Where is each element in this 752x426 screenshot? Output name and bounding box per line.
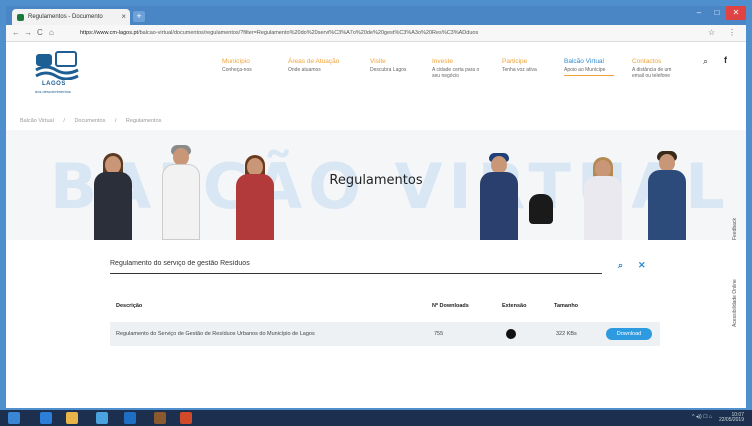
accessibility-tab[interactable]: Acessibilidade Online: [732, 268, 746, 338]
download-button[interactable]: Download: [606, 328, 652, 340]
regulation-search-input[interactable]: [110, 260, 590, 267]
breadcrumb-regulamentos: Regulamentos: [125, 118, 162, 124]
nav-title: Contactos: [632, 58, 662, 65]
minimize-button[interactable]: –: [690, 6, 708, 20]
nav-title: Áreas de Atuação: [288, 58, 340, 65]
back-icon[interactable]: ←: [12, 28, 20, 37]
breadcrumb-documentos[interactable]: Documentos: [74, 118, 105, 124]
nav-title: Participe: [502, 58, 528, 65]
clock-date: 22/05/2019: [718, 417, 744, 423]
breadcrumb: Balcão Virtual / Documentos / Regulament…: [20, 118, 169, 124]
chrome-icon[interactable]: [96, 412, 108, 424]
breadcrumb-balcao[interactable]: Balcão Virtual: [20, 118, 54, 124]
nav-title: Balcão Virtual: [564, 58, 604, 65]
banner-person-image: [234, 155, 276, 240]
outlook-icon[interactable]: [124, 412, 136, 424]
breadcrumb-separator: /: [63, 118, 65, 124]
table-header: Descrição Nº Downloads Extensão Tamanho: [110, 298, 660, 314]
browser-tab[interactable]: Regulamentos - Documento ×: [12, 9, 130, 25]
cell-size: 322 KBs: [556, 331, 577, 337]
new-tab-button[interactable]: +: [133, 11, 145, 22]
feedback-label: Feedback: [732, 218, 738, 240]
banner-person-image: [92, 153, 134, 240]
windows-taskbar: ^ ◂)) ☐ ⌂ 10:07 22/05/2019: [0, 410, 752, 426]
nav-subtitle: Apoio ao Munícipe: [564, 67, 606, 73]
search-field-wrapper: [110, 254, 602, 274]
logo-subtext: dos descobrimentos: [35, 89, 71, 94]
url-path: /balcao-virtual/documentos/regulamentos/…: [138, 30, 479, 36]
close-window-button[interactable]: ✕: [726, 6, 746, 20]
nav-subtitle: Tenha voz ativa: [502, 67, 537, 73]
reload-icon[interactable]: C: [37, 28, 43, 37]
banner-dog-image: [529, 194, 553, 224]
clear-search-icon[interactable]: ✕: [638, 260, 646, 271]
header-downloads: Nº Downloads: [432, 303, 469, 309]
desktop-frame: Regulamentos - Documento × + – □ ✕ ← → C…: [0, 0, 752, 426]
nav-subtitle: A distância de um email ou telefone: [632, 67, 672, 79]
banner-person-image: [160, 145, 202, 240]
powerpoint-icon[interactable]: [180, 412, 192, 424]
nav-item-visite[interactable]: Visite Descubra Lagos: [370, 58, 420, 73]
nav-title: Visite: [370, 58, 386, 65]
page-title: Regulamentos: [329, 173, 423, 188]
header-description: Descrição: [116, 303, 143, 309]
table-row: Regulamento do Serviço de Gestão de Resí…: [110, 322, 660, 346]
site-logo[interactable]: LAGOS dos descobrimentos: [28, 48, 86, 96]
system-tray[interactable]: ^ ◂)) ☐ ⌂: [692, 414, 712, 420]
nav-subtitle: A cidade certa para o seu negócio: [432, 67, 480, 79]
logo-mark-icon: [35, 51, 79, 80]
search-icon[interactable]: ⌕: [703, 56, 708, 67]
nav-item-investe[interactable]: Investe A cidade certa para o seu negóci…: [432, 58, 482, 79]
nav-title: Investe: [432, 58, 453, 65]
bookmark-star-icon[interactable]: ☆: [708, 28, 715, 37]
app-icon[interactable]: [154, 412, 166, 424]
url-domain: https://www.cm-lagos.pt: [80, 30, 139, 36]
browser-window: Regulamentos - Documento × + – □ ✕ ← → C…: [6, 6, 746, 408]
address-bar: ← → C ⌂ https://www.cm-lagos.pt/balcao-v…: [6, 25, 746, 42]
facebook-icon[interactable]: f: [724, 55, 727, 65]
browser-titlebar: Regulamentos - Documento × + – □ ✕: [6, 6, 746, 25]
header-size: Tamanho: [554, 303, 579, 309]
nav-item-balcao-virtual[interactable]: Balcão Virtual Apoio ao Munícipe: [564, 58, 614, 76]
breadcrumb-separator: /: [114, 118, 117, 124]
tab-title: Regulamentos - Documento: [28, 14, 103, 20]
logo-text: LAGOS: [42, 81, 66, 87]
nav-subtitle: Conheça-nos: [222, 67, 252, 73]
cell-description: Regulamento do Serviço de Gestão de Resí…: [116, 331, 315, 337]
banner-person-image: [646, 151, 688, 240]
browser-menu-icon[interactable]: ⋮: [728, 28, 736, 37]
banner-person-image: [478, 153, 520, 240]
header-extension: Extensão: [502, 303, 527, 309]
banner-person-image: [582, 157, 624, 240]
maximize-button[interactable]: □: [708, 6, 726, 20]
tab-close-icon[interactable]: ×: [121, 12, 126, 21]
nav-item-contactos[interactable]: Contactos A distância de um email ou tel…: [632, 58, 682, 79]
url-field[interactable]: https://www.cm-lagos.pt/balcao-virtual/d…: [80, 28, 670, 39]
hero-banner: BALCÃO VIRTUAL Regulamentos: [6, 130, 746, 240]
edge-icon[interactable]: [40, 412, 52, 424]
windows-start-icon[interactable]: [8, 412, 20, 424]
feedback-tab[interactable]: Feedback: [732, 211, 746, 247]
nav-subtitle: Descubra Lagos: [370, 67, 407, 73]
file-extension-icon: [506, 329, 516, 339]
nav-item-municipio[interactable]: Município Conheça-nos: [222, 58, 272, 73]
accessibility-label: Acessibilidade Online: [732, 279, 738, 327]
file-explorer-icon[interactable]: [66, 412, 78, 424]
forward-icon[interactable]: →: [24, 28, 32, 37]
site-header: LAGOS dos descobrimentos Município Conhe…: [6, 42, 746, 104]
nav-item-areas[interactable]: Áreas de Atuação Onde atuamos: [288, 58, 339, 73]
favicon-icon: [17, 14, 24, 21]
home-icon[interactable]: ⌂: [49, 28, 54, 37]
taskbar-clock[interactable]: 10:07 22/05/2019: [719, 413, 744, 423]
nav-item-participe[interactable]: Participe Tenha voz ativa: [502, 58, 552, 73]
search-submit-icon[interactable]: ⌕: [618, 260, 623, 271]
nav-subtitle: Onde atuamos: [288, 67, 321, 73]
cell-downloads: 755: [434, 331, 444, 337]
nav-title: Município: [222, 58, 250, 65]
